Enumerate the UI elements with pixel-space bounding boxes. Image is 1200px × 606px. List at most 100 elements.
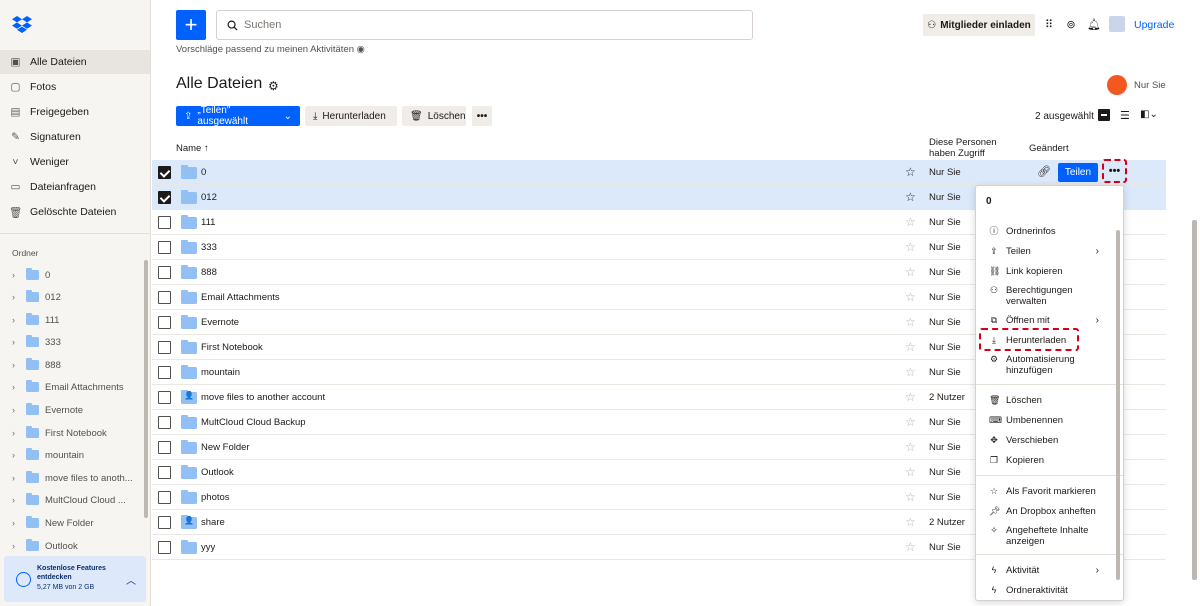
star-icon[interactable]: ☆ <box>905 415 916 429</box>
star-icon[interactable]: ☆ <box>905 165 916 179</box>
menu-item-star[interactable]: ☆ Als Favorit markieren <box>976 486 1123 497</box>
menu-item-permissions[interactable]: ⚇ Berechtigungen verwalten <box>976 285 1123 307</box>
copy-link-icon[interactable]: 🔗︎ <box>1037 165 1051 178</box>
row-checkbox[interactable] <box>158 366 171 379</box>
chevron-right-icon[interactable]: › <box>12 360 20 370</box>
chevron-right-icon[interactable]: › <box>12 473 20 483</box>
tree-folder[interactable]: › 111 <box>0 309 142 331</box>
chevron-right-icon[interactable]: › <box>12 495 20 505</box>
chevron-right-icon[interactable]: › <box>12 541 20 551</box>
star-icon[interactable]: ☆ <box>905 215 916 229</box>
sidebar-item-deleted-files[interactable]: 🗑 Gelöschte Dateien <box>0 200 150 224</box>
chevron-right-icon[interactable]: › <box>12 428 20 438</box>
row-checkbox[interactable] <box>158 216 171 229</box>
chevron-right-icon[interactable]: › <box>12 315 20 325</box>
row-checkbox[interactable] <box>158 291 171 304</box>
row-name[interactable]: Outlook <box>201 467 234 478</box>
row-checkbox[interactable] <box>158 341 171 354</box>
account-avatar[interactable] <box>1109 16 1125 32</box>
notification-bell-icon[interactable]: 🔔︎ <box>1087 17 1101 31</box>
row-checkbox[interactable] <box>158 166 171 179</box>
suggestions-hint[interactable]: Vorschläge passend zu meinen Aktivitäten… <box>176 44 365 55</box>
row-name[interactable]: 012 <box>201 192 217 203</box>
menu-item-activity[interactable]: ϟ Aktivität › <box>976 565 1123 576</box>
star-icon[interactable]: ☆ <box>905 515 916 529</box>
apps-grid-icon[interactable]: ⠿ <box>1042 17 1056 31</box>
tree-folder[interactable]: › 888 <box>0 354 142 376</box>
row-name[interactable]: Email Attachments <box>201 292 280 303</box>
row-checkbox[interactable] <box>158 541 171 554</box>
chevron-right-icon[interactable]: › <box>12 292 20 302</box>
tree-folder[interactable]: › mountain <box>0 444 142 466</box>
chevron-right-icon[interactable]: › <box>12 270 20 280</box>
row-checkbox[interactable] <box>158 516 171 529</box>
row-name[interactable]: First Notebook <box>201 342 263 353</box>
column-header-modified[interactable]: Geändert <box>1029 143 1069 154</box>
row-checkbox[interactable] <box>158 491 171 504</box>
menu-item-pin[interactable]: 📌︎ An Dropbox anheften <box>976 506 1123 517</box>
menu-item-open-with[interactable]: ⧉ Öffnen mit › <box>976 315 1123 326</box>
tree-folder[interactable]: › New Folder <box>0 512 142 534</box>
menu-item-move[interactable]: ✥ Verschieben <box>976 435 1123 446</box>
star-icon[interactable]: ☆ <box>905 315 916 329</box>
row-checkbox[interactable] <box>158 466 171 479</box>
row-name[interactable]: 888 <box>201 267 217 278</box>
menu-scrollbar[interactable] <box>1116 230 1120 580</box>
gear-icon[interactable]: ⚙ <box>268 79 279 93</box>
star-icon[interactable]: ☆ <box>905 440 916 454</box>
menu-item-link[interactable]: ⛓ Link kopieren <box>976 266 1123 277</box>
tree-folder[interactable]: › Email Attachments <box>0 376 142 398</box>
star-icon[interactable]: ☆ <box>905 240 916 254</box>
star-icon[interactable]: ☆ <box>905 190 916 204</box>
chevron-right-icon[interactable]: › <box>12 337 20 347</box>
chevron-right-icon[interactable]: › <box>12 405 20 415</box>
star-icon[interactable]: ☆ <box>905 490 916 504</box>
chevron-right-icon[interactable]: › <box>12 382 20 392</box>
row-checkbox[interactable] <box>158 241 171 254</box>
star-icon[interactable]: ☆ <box>905 290 916 304</box>
search-input[interactable]: Suchen <box>216 10 753 40</box>
upgrade-link[interactable]: Upgrade <box>1134 19 1174 31</box>
create-button[interactable]: + <box>176 10 206 40</box>
row-name[interactable]: 0 <box>201 167 206 178</box>
menu-item-copy[interactable]: ❐ Kopieren <box>976 455 1123 466</box>
delete-button[interactable]: 🗑︎ Löschen <box>402 106 466 126</box>
row-name[interactable]: mountain <box>201 367 240 378</box>
menu-item-pin-view[interactable]: ✧ Angeheftete Inhalte anzeigen <box>976 525 1123 547</box>
row-name[interactable]: New Folder <box>201 442 250 453</box>
row-checkbox[interactable] <box>158 416 171 429</box>
row-name[interactable]: photos <box>201 492 230 503</box>
sidebar-item-signatures[interactable]: ✎ Signaturen <box>0 125 150 149</box>
star-icon[interactable]: ☆ <box>905 465 916 479</box>
row-checkbox[interactable] <box>158 441 171 454</box>
column-header-name[interactable]: Name ↑ <box>176 143 209 154</box>
row-checkbox[interactable] <box>158 266 171 279</box>
menu-item-info[interactable]: ⓘ Ordnerinfos <box>976 226 1123 237</box>
star-icon[interactable]: ☆ <box>905 340 916 354</box>
tree-folder[interactable]: › MultCloud Cloud ... <box>0 489 142 511</box>
tree-folder[interactable]: › move files to anoth... <box>0 467 142 489</box>
star-icon[interactable]: ☆ <box>905 540 916 554</box>
scrollbar-thumb[interactable] <box>144 260 148 518</box>
list-view-icon[interactable]: ☰ <box>1120 109 1130 122</box>
tree-folder[interactable]: › 012 <box>0 286 142 308</box>
row-name[interactable]: Evernote <box>201 317 239 328</box>
menu-item-trash[interactable]: 🗑︎ Löschen <box>976 395 1123 406</box>
row-name[interactable]: MultCloud Cloud Backup <box>201 417 306 428</box>
row-name[interactable]: move files to another account <box>201 392 325 403</box>
star-icon[interactable]: ☆ <box>905 265 916 279</box>
sidebar-scrollbar[interactable] <box>143 248 149 538</box>
row-name[interactable]: yyy <box>201 542 215 553</box>
menu-item-automation[interactable]: ⚙ Automatisierung hinzufügen <box>976 354 1123 376</box>
tree-folder[interactable]: › Evernote <box>0 399 142 421</box>
menu-item-rename[interactable]: ⌨ Umbenennen <box>976 415 1123 426</box>
layout-toggle-icon[interactable]: ◧⌄ <box>1140 109 1158 120</box>
row-name[interactable]: 333 <box>201 242 217 253</box>
sidebar-item-shared[interactable]: ▤ Freigegeben <box>0 100 150 124</box>
deselect-checkbox[interactable] <box>1098 109 1110 121</box>
share-selected-button[interactable]: ⇪ „Teilen" ausgewählt ⌄ <box>176 105 300 127</box>
menu-item-share[interactable]: ⇪ Teilen › <box>976 246 1123 257</box>
row-checkbox[interactable] <box>158 391 171 404</box>
download-button[interactable]: ⤓ Herunterladen <box>305 106 397 126</box>
sidebar-item-less[interactable]: ˅ Weniger <box>0 150 150 174</box>
